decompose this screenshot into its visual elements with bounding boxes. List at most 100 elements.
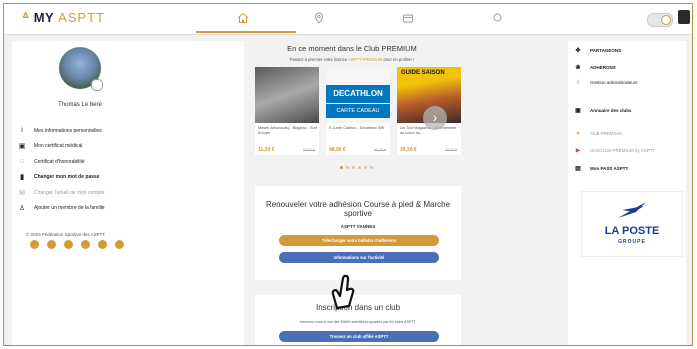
admin-users-icon: ♗ — [575, 80, 581, 86]
laposte-subtitle: GROUPE — [618, 239, 646, 245]
shortcut-item[interactable]: ★ Club PREMIUM — [574, 130, 622, 137]
shield-check-icon: ◌ — [19, 158, 25, 166]
offer-old-price: 15,00 € — [303, 148, 315, 152]
instagram-icon[interactable] — [47, 240, 56, 249]
offer-title: E-Carte Cadeau - Decathlon 50€ — [329, 126, 385, 130]
facebook-icon[interactable] — [30, 240, 39, 249]
profile-menu-item[interactable]: i Mes informations personnelles — [18, 123, 238, 139]
carousel-dot[interactable] — [370, 166, 373, 169]
carousel-next-button[interactable]: › — [423, 106, 447, 130]
profile-menu-item[interactable]: ▮ Changer mon mot de passe — [18, 170, 238, 186]
shortcut-label: Gestion administrateurs — [590, 80, 638, 85]
avatar[interactable] — [678, 10, 690, 24]
offer-title: Musée Aéronautiq... Blagnac - Surf Europ… — [258, 126, 317, 135]
carousel-dot[interactable] — [364, 166, 367, 169]
logo-mark: ᐞ — [22, 10, 30, 25]
profile-menu-label: Ajouter un membre de la famille — [34, 205, 105, 212]
toggle-knob — [661, 15, 671, 25]
tiktok-icon[interactable] — [115, 240, 124, 249]
carousel-dot[interactable] — [352, 166, 355, 169]
laposte-bird-icon — [618, 202, 646, 218]
shortcut-label: ADHÉRONS — [590, 65, 616, 70]
profile-panel: Thomas Le bere i Mes informations personn… — [12, 41, 244, 345]
offer-card[interactable]: DECATHLON CARTE CADEAU E-Carte Cadeau - … — [326, 67, 390, 155]
offer-image: DECATHLON CARTE CADEAU — [326, 67, 390, 123]
linkedin-icon[interactable] — [98, 240, 107, 249]
flower-icon: ❀ — [575, 65, 581, 71]
copyright-text: © 2023 Fédération Sportive des ASPTT — [26, 232, 106, 237]
twitter-icon[interactable] — [64, 240, 73, 249]
profile-name: Thomas Le bere — [58, 102, 102, 108]
profile-menu-item[interactable]: ◌ Certificat d'honorabilité — [18, 154, 238, 170]
gift-card-label: CARTE CADEAU — [326, 103, 390, 118]
email-icon: ✉ — [19, 189, 25, 197]
share-icon: ✤ — [575, 48, 581, 54]
location-pin-icon[interactable] — [312, 11, 326, 25]
offer-old-price: 49,00 € — [445, 148, 457, 152]
home-icon[interactable] — [236, 11, 250, 25]
shortcut-label: Club PREMIUM — [590, 131, 622, 136]
shortcut-item[interactable]: ✤ PARTAGEONS — [574, 47, 621, 54]
chevron-right-icon: › — [432, 109, 438, 125]
carousel-dots — [340, 166, 373, 169]
directory-icon: ▣ — [575, 108, 581, 114]
medical-case-icon: ▣ — [18, 143, 26, 151]
wallet-icon[interactable] — [401, 11, 415, 25]
premium-title: En ce moment dans le Club PREMIUM — [287, 44, 417, 53]
renewal-club: ASPTT VANNES — [340, 224, 376, 229]
app-logo[interactable]: ᐞ MY ASPTT — [22, 10, 105, 26]
profile-menu-label: Certificat d'honorabilité — [34, 158, 85, 165]
play-icon: ▶ — [575, 148, 581, 154]
camera-icon[interactable] — [91, 79, 103, 91]
search-icon[interactable] — [491, 11, 505, 25]
profile-menu: i Mes informations personnelles ▣ Mon certi… — [18, 123, 238, 216]
profile-menu-item[interactable]: ▣ Mon certificat médical — [18, 139, 238, 155]
premium-carousel: Musée Aéronautiq... Blagnac - Surf Europ… — [255, 67, 461, 157]
active-tab-indicator — [196, 31, 296, 33]
shortcut-item[interactable]: ▤ Mon PASS ASPTT — [574, 165, 628, 172]
shortcut-label: Mon PASS ASPTT — [590, 166, 629, 171]
carousel-dot[interactable] — [358, 166, 361, 169]
shortcut-item[interactable]: ♗ Gestion administrateurs — [574, 79, 638, 86]
offer-old-price: 50,00 € — [374, 148, 386, 152]
laposte-ad[interactable]: LA POSTE GROUPE — [581, 191, 683, 257]
carousel-dot[interactable] — [346, 166, 349, 169]
hand-cursor-icon — [331, 274, 355, 310]
logo-prefix: MY — [33, 10, 54, 25]
top-bar: ᐞ MY ASPTT — [4, 4, 692, 35]
profile-menu-label: Changer mon mot de passe — [34, 174, 100, 181]
premium-link[interactable]: ASPTT PREMIUM — [348, 57, 382, 62]
social-links — [30, 240, 124, 249]
lock-icon: ▮ — [20, 174, 24, 182]
find-club-button[interactable]: Trouvez un club affilié ASPTT — [279, 331, 439, 342]
pass-icon: ▤ — [575, 166, 581, 172]
premium-subtitle-pre: Passez à premier votre licence — [289, 57, 348, 62]
theme-toggle[interactable] — [647, 13, 673, 27]
premium-subtitle-post: pour en profiter ! — [383, 57, 415, 62]
youtube-icon[interactable] — [81, 240, 90, 249]
signup-text: Inscrivez-vous à une des 30600 activités… — [299, 320, 417, 324]
download-form-button[interactable]: Télécharger votre bulletin d'adhésion — [279, 235, 439, 246]
star-icon: ★ — [575, 131, 581, 137]
shortcut-item[interactable]: ❀ ADHÉRONS — [574, 64, 616, 71]
offer-price: 11,20 € — [258, 147, 275, 153]
profile-menu-label: Mon certificat médical — [34, 143, 83, 150]
shortcut-label: DIGICLUB PREMIUM by ASPTT — [590, 148, 656, 153]
profile-menu-label: Mes informations personnelles — [34, 127, 102, 134]
magazine-banner: GUIDE SAISON — [401, 70, 445, 76]
add-user-icon: ♙ — [18, 205, 26, 213]
offer-price: 39,20 € — [400, 147, 417, 153]
shortcut-item[interactable]: ▶ DIGICLUB PREMIUM by ASPTT — [574, 147, 656, 154]
shortcut-label: Annuaire des clubs — [590, 108, 632, 113]
offer-image — [255, 67, 319, 123]
profile-menu-item[interactable]: ♙ Ajouter un membre de la famille — [18, 201, 238, 217]
laposte-logo: LA POSTE — [604, 225, 660, 237]
shortcut-item[interactable]: ▣ Annuaire des clubs — [574, 107, 632, 114]
info-icon: i — [21, 127, 23, 135]
profile-menu-item[interactable]: ✉ Changer l'email de mon compte — [18, 185, 238, 201]
offer-price: 48,00 € — [329, 147, 346, 153]
carousel-dot[interactable] — [340, 166, 343, 169]
shortcut-label: PARTAGEONS — [590, 48, 622, 53]
offer-card[interactable]: Musée Aéronautiq... Blagnac - Surf Europ… — [255, 67, 319, 155]
decathlon-logo: DECATHLON — [326, 85, 390, 103]
